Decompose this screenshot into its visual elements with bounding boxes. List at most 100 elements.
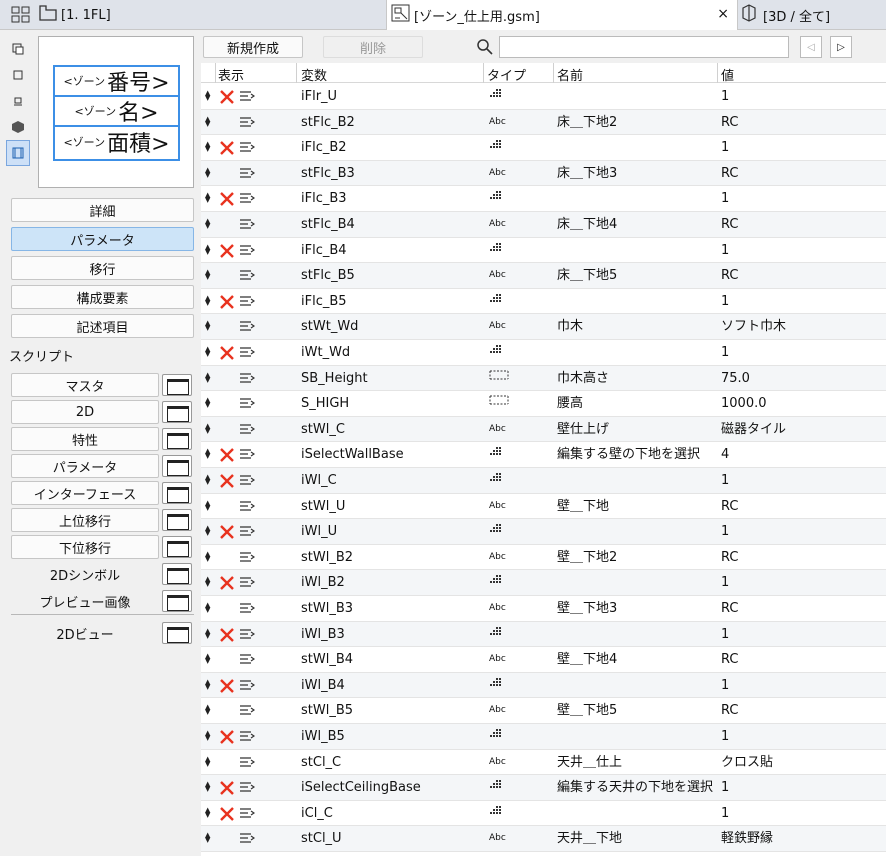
parameter-value[interactable]: 1 <box>721 519 729 544</box>
sort-arrows-icon[interactable]: ▲ ▼ <box>205 750 210 775</box>
variable-name[interactable]: stCl_U <box>301 826 342 851</box>
nav-parameters-button[interactable]: パラメータ <box>11 227 194 251</box>
sort-arrows-icon[interactable]: ▲ ▼ <box>205 289 210 314</box>
parameter-value[interactable]: RC <box>721 212 738 237</box>
type-integer-icon[interactable] <box>489 135 503 160</box>
col-name[interactable]: 名前 <box>557 65 583 84</box>
type-integer-icon[interactable] <box>489 238 503 263</box>
open-window-icon[interactable] <box>162 428 192 450</box>
parameter-value[interactable]: RC <box>721 494 738 519</box>
type-integer-icon[interactable] <box>489 468 503 493</box>
open-window-icon[interactable] <box>162 622 192 644</box>
parameter-value[interactable]: ソフト巾木 <box>721 314 786 339</box>
list-indent-icon[interactable] <box>239 570 256 595</box>
type-integer-icon[interactable] <box>489 801 503 826</box>
delete-parameter-button[interactable]: 削除 <box>323 36 423 58</box>
parameter-value[interactable]: RC <box>721 110 738 135</box>
table-row[interactable]: ▲ ▼ iWl_C 1 <box>201 468 886 494</box>
list-indent-icon[interactable] <box>239 366 256 391</box>
table-row[interactable]: ▲ ▼ stWl_B4 Abc 壁＿下地4 RC <box>201 647 886 673</box>
list-indent-icon[interactable] <box>239 135 256 160</box>
sort-arrows-icon[interactable]: ▲ ▼ <box>205 775 210 800</box>
sort-arrows-icon[interactable]: ▲ ▼ <box>205 442 210 467</box>
list-indent-icon[interactable] <box>239 340 256 365</box>
parameter-value[interactable]: 4 <box>721 442 729 467</box>
type-text-icon[interactable]: Abc <box>489 494 506 519</box>
tab-floor-plan[interactable]: [1. 1FL] <box>38 0 158 30</box>
hidden-x-icon[interactable] <box>218 340 236 365</box>
parameter-name[interactable]: 壁仕上げ <box>557 417 609 442</box>
script-forward-migration-button[interactable]: 上位移行 <box>11 508 159 532</box>
parameter-value[interactable]: 1 <box>721 622 729 647</box>
sort-arrows-icon[interactable]: ▲ ▼ <box>205 366 210 391</box>
sort-arrows-icon[interactable]: ▲ ▼ <box>205 647 210 672</box>
parameter-name[interactable]: 天井＿下地 <box>557 826 622 851</box>
parameter-name[interactable]: 床＿下地3 <box>557 161 617 186</box>
type-text-icon[interactable]: Abc <box>489 110 506 135</box>
parameter-name[interactable]: 天井＿仕上 <box>557 750 622 775</box>
list-indent-icon[interactable] <box>239 647 256 672</box>
list-indent-icon[interactable] <box>239 698 256 723</box>
sort-arrows-icon[interactable]: ▲ ▼ <box>205 212 210 237</box>
parameter-value[interactable]: 磁器タイル <box>721 417 786 442</box>
hidden-x-icon[interactable] <box>218 238 236 263</box>
list-indent-icon[interactable] <box>239 468 256 493</box>
type-integer-icon[interactable] <box>489 84 503 109</box>
col-display[interactable]: 表示 <box>218 65 244 84</box>
table-row[interactable]: ▲ ▼ iWl_B3 1 <box>201 621 886 648</box>
type-integer-icon[interactable] <box>489 519 503 544</box>
list-indent-icon[interactable] <box>239 596 256 621</box>
variable-name[interactable]: stWl_B5 <box>301 698 353 723</box>
tab-object-editor[interactable]: [ゾーン_仕上用.gsm] × <box>386 0 738 30</box>
table-row[interactable]: ▲ ▼ iWl_B4 1 <box>201 672 886 699</box>
variable-name[interactable]: iFlc_B2 <box>301 135 347 160</box>
sort-arrows-icon[interactable]: ▲ ▼ <box>205 340 210 365</box>
parameter-value[interactable]: 1 <box>721 340 729 365</box>
parameter-name[interactable]: 床＿下地5 <box>557 263 617 288</box>
parameter-value[interactable]: 1000.0 <box>721 391 767 416</box>
list-indent-icon[interactable] <box>239 442 256 467</box>
sort-arrows-icon[interactable]: ▲ ▼ <box>205 545 210 570</box>
sort-arrows-icon[interactable]: ▲ ▼ <box>205 698 210 723</box>
table-row[interactable]: ▲ ▼ iWl_B2 1 <box>201 570 886 596</box>
variable-name[interactable]: stWl_B4 <box>301 647 353 672</box>
variable-name[interactable]: stCl_C <box>301 750 341 775</box>
table-row[interactable]: ▲ ▼ iFlr_U 1 <box>201 84 886 110</box>
type-integer-icon[interactable] <box>489 340 503 365</box>
variable-name[interactable]: iSelectWallBase <box>301 442 404 467</box>
parameter-value[interactable]: 1 <box>721 289 729 314</box>
type-integer-icon[interactable] <box>489 622 503 647</box>
hidden-x-icon[interactable] <box>218 801 236 826</box>
hidden-x-icon[interactable] <box>218 673 236 698</box>
script-2d-symbol-button[interactable]: 2Dシンボル <box>11 562 159 586</box>
parameter-value[interactable]: 1 <box>721 186 729 211</box>
script-backward-migration-button[interactable]: 下位移行 <box>11 535 159 559</box>
type-text-icon[interactable]: Abc <box>489 212 506 237</box>
type-text-icon[interactable]: Abc <box>489 263 506 288</box>
variable-name[interactable]: iWl_B2 <box>301 570 345 595</box>
sort-arrows-icon[interactable]: ▲ ▼ <box>205 801 210 826</box>
script-master-button[interactable]: マスタ <box>11 373 159 397</box>
list-indent-icon[interactable] <box>239 519 256 544</box>
table-row[interactable]: ▲ ▼ stWl_C Abc 壁仕上げ 磁器タイル <box>201 416 886 443</box>
sort-arrows-icon[interactable]: ▲ ▼ <box>205 570 210 595</box>
variable-name[interactable]: iFlc_B4 <box>301 238 347 263</box>
table-row[interactable]: ▲ ▼ stWl_B2 Abc 壁＿下地2 RC <box>201 545 886 571</box>
variable-name[interactable]: iWl_U <box>301 519 337 544</box>
sort-arrows-icon[interactable]: ▲ ▼ <box>205 417 210 442</box>
list-indent-icon[interactable] <box>239 673 256 698</box>
variable-name[interactable]: iWl_B5 <box>301 724 345 749</box>
parameter-name[interactable]: 床＿下地4 <box>557 212 617 237</box>
list-indent-icon[interactable] <box>239 263 256 288</box>
table-row[interactable]: ▲ ▼ iWt_Wd 1 <box>201 340 886 366</box>
parameter-name[interactable]: 腰高 <box>557 391 583 416</box>
sort-arrows-icon[interactable]: ▲ ▼ <box>205 263 210 288</box>
open-window-icon[interactable] <box>162 482 192 504</box>
sort-arrows-icon[interactable]: ▲ ▼ <box>205 391 210 416</box>
table-row[interactable]: ▲ ▼ iFlc_B5 1 <box>201 289 886 315</box>
sort-arrows-icon[interactable]: ▲ ▼ <box>205 622 210 647</box>
variable-name[interactable]: iFlc_B5 <box>301 289 347 314</box>
script-interface-button[interactable]: インターフェース <box>11 481 159 505</box>
sort-arrows-icon[interactable]: ▲ ▼ <box>205 84 210 109</box>
list-indent-icon[interactable] <box>239 494 256 519</box>
